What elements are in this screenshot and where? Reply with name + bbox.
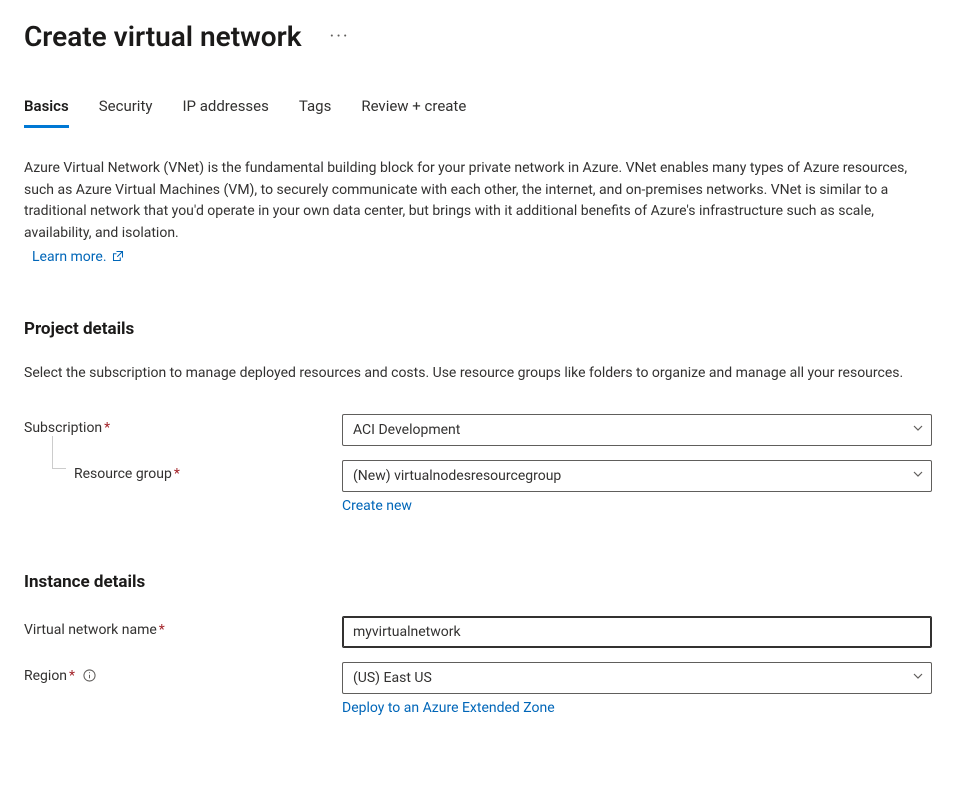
tab-review-create[interactable]: Review + create [361,97,466,128]
tab-bar: Basics Security IP addresses Tags Review… [24,97,932,128]
virtual-network-name-input[interactable] [342,616,932,648]
intro-description: Azure Virtual Network (VNet) is the fund… [24,158,932,245]
create-new-resource-group-link[interactable]: Create new [342,498,412,514]
external-link-icon [110,249,124,265]
required-asterisk: * [174,466,180,482]
instance-details-title: Instance details [24,572,932,592]
tab-security[interactable]: Security [99,97,153,128]
instance-details-section: Instance details Virtual network name* R… [24,572,932,716]
region-select[interactable]: (US) East US [342,662,932,694]
subscription-select[interactable]: ACI Development [342,414,932,446]
more-actions-icon[interactable]: ··· [330,26,350,47]
project-details-title: Project details [24,319,932,339]
learn-more-label: Learn more. [32,249,107,265]
resource-group-label: Resource group* [24,460,342,482]
tab-basics[interactable]: Basics [24,97,69,128]
resource-group-select[interactable]: (New) virtualnodesresourcegroup [342,460,932,492]
region-label: Region* [24,662,342,684]
subscription-label: Subscription* [24,414,342,436]
required-asterisk: * [159,622,165,638]
required-asterisk: * [104,420,110,436]
project-details-description: Select the subscription to manage deploy… [24,363,932,385]
tab-tags[interactable]: Tags [299,97,331,128]
page-header: Create virtual network ··· [24,20,932,53]
deploy-extended-zone-link[interactable]: Deploy to an Azure Extended Zone [342,700,555,716]
project-details-section: Project details Select the subscription … [24,319,932,515]
info-icon[interactable] [83,669,96,682]
page-title: Create virtual network [24,20,302,53]
virtual-network-name-label: Virtual network name* [24,616,342,638]
required-asterisk: * [69,668,75,684]
learn-more-link[interactable]: Learn more. [32,249,124,265]
tab-ip-addresses[interactable]: IP addresses [182,97,268,128]
